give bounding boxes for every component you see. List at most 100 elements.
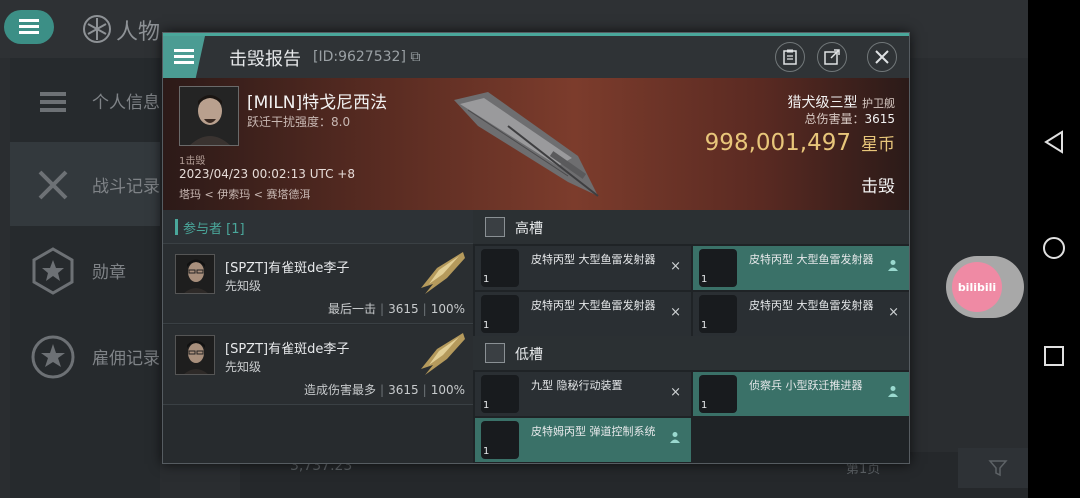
participant-damage: 3615	[388, 302, 419, 316]
filter-button[interactable]	[958, 448, 1028, 488]
copy-icon[interactable]: ⧉	[410, 49, 420, 65]
high-slot-icon	[485, 217, 505, 237]
person-icon	[888, 386, 898, 397]
android-nav-bar	[1028, 0, 1080, 498]
participant-name: [SPZT]有雀斑de李子	[225, 261, 350, 276]
kill-datetime: 2023/04/23 00:02:13 UTC +8	[179, 167, 355, 181]
recent-apps-icon[interactable]	[1042, 344, 1066, 368]
low-slot-icon	[485, 343, 505, 363]
warp-strength: 跃迁干扰强度：8.0	[247, 115, 351, 129]
clipboard-icon	[783, 49, 797, 65]
sidebar-item-label: 雇佣记录	[92, 349, 160, 369]
participant-percent: 100%	[430, 302, 465, 316]
sidebar-item-label: 个人信息	[92, 93, 160, 113]
high-slot-header: 高槽	[473, 210, 909, 244]
victim-banner: [MILN]特戈尼西法 跃迁干扰强度：8.0 1击毁 2023/04/23 00…	[163, 78, 909, 210]
participant-avatar	[175, 254, 215, 294]
module-quantity: 1	[701, 274, 708, 285]
participant-avatar	[175, 335, 215, 375]
destroyed-icon: ×	[670, 385, 681, 400]
crossed-swords-icon	[38, 170, 68, 200]
avatar-image	[176, 255, 214, 293]
background-title: 人物	[116, 20, 161, 45]
participants-header: 参与者 [1]	[163, 210, 473, 244]
module-item[interactable]: 1 皮特姆丙型 弹道控制系统	[475, 418, 691, 462]
sidebar-item-label: 勋章	[92, 263, 126, 283]
participant-stats: 最后一击 | 3615 | 100%	[328, 302, 465, 316]
module-item[interactable]: 1 皮特丙型 大型鱼雷发射器 ×	[475, 292, 691, 336]
background-menu-button[interactable]	[4, 10, 54, 44]
module-item[interactable]: 1 皮特丙型 大型鱼雷发射器 ×	[693, 292, 909, 336]
destroyed-icon: ×	[670, 305, 681, 320]
participants-panel: 参与者 [1] [SPZT]有雀斑de李子 先知级 最后一击 | 3615 | 100%…	[163, 210, 473, 463]
person-icon	[888, 260, 898, 271]
ship-class-name: 猎犬级三型	[787, 95, 858, 111]
participant-name: [SPZT]有雀斑de李子	[225, 342, 350, 357]
sidebar-item-profile[interactable]: 个人信息	[10, 58, 160, 142]
module-name: 皮特姆丙型 弹道控制系统	[531, 425, 656, 438]
participant-role: 造成伤害最多	[304, 383, 377, 397]
participant-ship: 先知级	[225, 279, 262, 293]
total-damage-value: 3615	[864, 112, 895, 126]
hamburger-icon	[174, 49, 194, 64]
dialog-header: 击毁报告 [ID:9627532] ⧉	[163, 36, 909, 78]
module-item[interactable]: 1 皮特丙型 大型鱼雷发射器	[693, 246, 909, 290]
participant-row[interactable]: [SPZT]有雀斑de李子 先知级 造成伤害最多 | 3615 | 100%	[163, 325, 473, 405]
module-item[interactable]: 1 皮特丙型 大型鱼雷发射器 ×	[475, 246, 691, 290]
victim-ship-image[interactable]	[448, 86, 618, 204]
participant-role: 最后一击	[328, 302, 377, 316]
victim-name[interactable]: [MILN]特戈尼西法	[247, 88, 387, 113]
close-button[interactable]	[867, 42, 897, 72]
report-id[interactable]: [ID:9627532] ⧉	[313, 49, 420, 65]
module-quantity: 1	[701, 320, 708, 331]
participants-header-label: 参与者 [1]	[183, 222, 245, 237]
home-icon[interactable]	[1042, 236, 1066, 260]
sidebar-item-employment[interactable]: 雇佣记录	[10, 314, 160, 398]
kill-count-tag: 1击毁	[179, 156, 206, 167]
sidebar-item-medals[interactable]: 勋章	[10, 228, 160, 312]
kill-location[interactable]: 塔玛 < 伊索玛 < 赛塔德洱	[179, 186, 310, 202]
participant-stats: 造成伤害最多 | 3615 | 100%	[304, 383, 465, 397]
portrait-image	[180, 87, 238, 145]
share-button[interactable]	[817, 42, 847, 72]
isk-value: 998,001,497 星币	[705, 130, 895, 156]
destroyed-icon: ×	[670, 259, 681, 274]
sidebar-item-combat-log[interactable]: 战斗记录	[10, 142, 160, 226]
isk-unit: 星币	[861, 135, 895, 155]
participant-ship-image[interactable]	[413, 329, 469, 377]
module-quantity: 1	[701, 400, 708, 411]
person-icon	[670, 432, 680, 443]
bilibili-logo: bilibili	[952, 262, 1002, 312]
close-icon	[875, 50, 889, 64]
module-quantity: 1	[483, 446, 490, 457]
share-icon	[824, 49, 840, 65]
floating-badge[interactable]: bilibili	[946, 256, 1024, 318]
character-icon	[83, 15, 111, 43]
module-name: 皮特丙型 大型鱼雷发射器	[749, 299, 874, 312]
participant-damage: 3615	[388, 383, 419, 397]
victim-portrait[interactable]	[179, 86, 239, 146]
module-quantity: 1	[483, 320, 490, 331]
total-damage: 总伤害量：3615	[804, 110, 895, 127]
ship-class[interactable]: 猎犬级三型 护卫舰	[788, 92, 895, 112]
header-accent-bar	[175, 219, 178, 235]
dropped-person-icon	[887, 259, 899, 275]
filter-icon	[988, 460, 1008, 477]
module-name: 侦察兵 小型跃迁推进器	[749, 379, 863, 392]
low-slot-header: 低槽	[473, 336, 909, 370]
module-item[interactable]: 1 侦察兵 小型跃迁推进器	[693, 372, 909, 416]
back-icon[interactable]	[1042, 130, 1066, 154]
participant-ship-image[interactable]	[413, 248, 469, 296]
dialog-menu-button[interactable]	[163, 36, 205, 78]
module-name: 皮特丙型 大型鱼雷发射器	[749, 253, 874, 266]
dialog-title: 击毁报告	[229, 49, 301, 70]
star-badge-icon	[32, 247, 74, 295]
module-name: 皮特丙型 大型鱼雷发射器	[531, 299, 656, 312]
module-item[interactable]: 1 九型 隐秘行动装置 ×	[475, 372, 691, 416]
kill-result: 击毁	[861, 177, 895, 197]
participant-row[interactable]: [SPZT]有雀斑de李子 先知级 最后一击 | 3615 | 100%	[163, 244, 473, 324]
dropped-person-icon	[669, 431, 681, 447]
clipboard-button[interactable]	[775, 42, 805, 72]
ship-type: 护卫舰	[862, 97, 895, 110]
destroyed-icon: ×	[888, 305, 899, 320]
